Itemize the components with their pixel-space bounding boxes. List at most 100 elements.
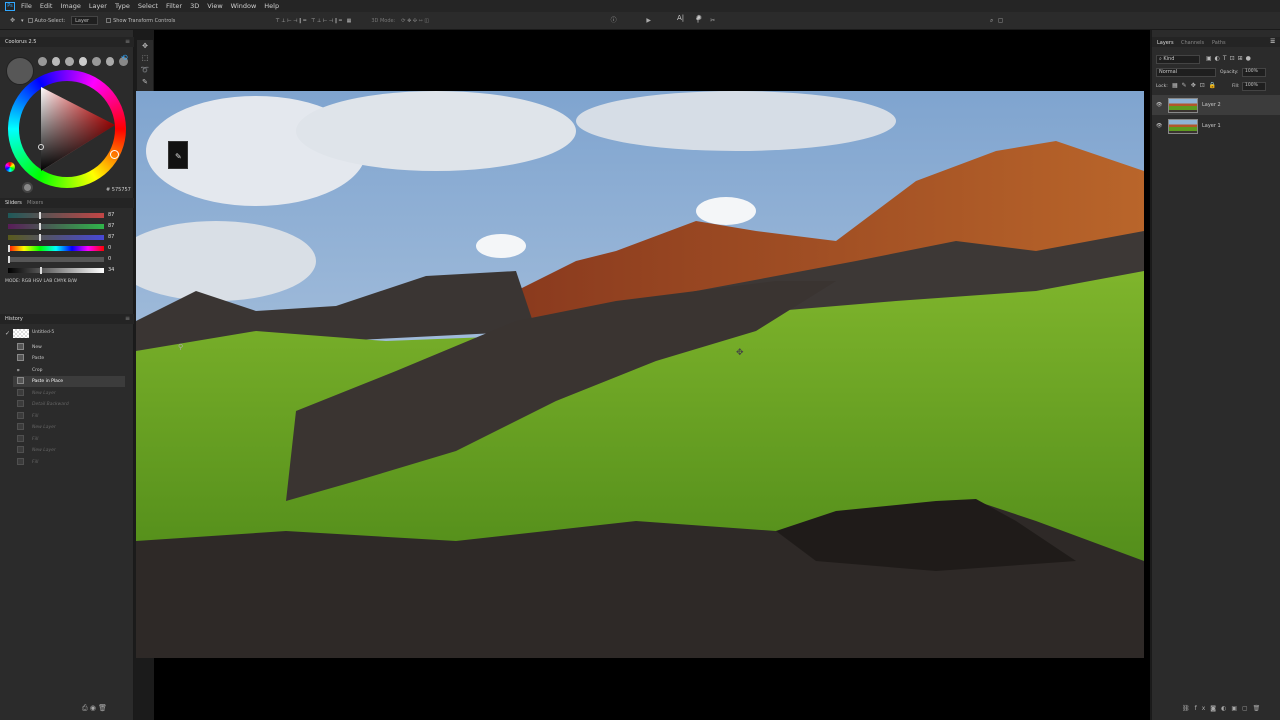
blend-mode-select[interactable]: Normal (1156, 68, 1216, 77)
history-item[interactable]: Fill (13, 434, 125, 445)
history-item[interactable]: New (13, 342, 125, 353)
move-tool[interactable]: ✥ (137, 40, 153, 52)
tab-paths[interactable]: Paths (1212, 40, 1226, 46)
menu-type[interactable]: Type (115, 2, 130, 10)
left-panel: Coolorus 2.5 ≡ # 575757 ⟲ Sliders Mixers (0, 30, 134, 720)
refresh-icon[interactable]: ⟲ (121, 53, 128, 62)
filter-icons[interactable]: ▣◐T⊡⊞● (1206, 55, 1254, 62)
slider-green-value[interactable]: 87 (108, 223, 114, 229)
background-color-swatch[interactable] (22, 182, 33, 193)
info-circle-icon[interactable]: ⓘ (609, 16, 618, 25)
floating-brush-widget[interactable]: ✎ (168, 141, 188, 169)
slider-blue[interactable] (8, 234, 104, 241)
panel-collapse-icon[interactable]: ⚲ (178, 343, 183, 351)
history-item[interactable]: Paste (13, 353, 125, 364)
layer-name[interactable]: Layer 2 (1202, 95, 1221, 115)
marquee-tool[interactable]: ⬚ (137, 52, 153, 64)
tab-layers[interactable]: Layers (1157, 40, 1174, 46)
menu-bar: Ps File Edit Image Layer Type Select Fil… (0, 0, 1280, 12)
slider-red-value[interactable]: 87 (108, 212, 114, 218)
history-item[interactable]: New Layer (13, 445, 125, 456)
play-icon[interactable]: ▶ (644, 16, 653, 25)
history-item[interactable]: Fill (13, 457, 125, 468)
menu-image[interactable]: Image (60, 2, 80, 10)
layer-name[interactable]: Layer 1 (1202, 116, 1221, 136)
menu-layer[interactable]: Layer (89, 2, 107, 10)
3d-mode-label: 3D Mode: (371, 17, 396, 24)
show-transform-checkbox[interactable] (106, 18, 112, 23)
search-icon[interactable]: ⌕ (987, 16, 996, 25)
history-footer-icons[interactable]: ⎙ ◉ 🗑 (82, 704, 107, 713)
align-icons[interactable]: ⊤ ⊥ ⊢ ⊣ ‖ ═ ⊤ ⊥ ⊢ ⊣ ‖ ═ ▦ (275, 18, 351, 24)
fill-input[interactable]: 100% (1242, 82, 1266, 91)
quick-select-tool[interactable]: ✎ (137, 76, 153, 88)
landscape-image[interactable] (136, 91, 1144, 658)
lasso-tool[interactable]: ➰ (137, 64, 153, 76)
history-item[interactable]: New Layer (13, 422, 125, 433)
slider-brightness[interactable] (8, 267, 104, 274)
auto-select-checkbox[interactable] (27, 18, 33, 23)
brush-presets[interactable] (38, 57, 129, 67)
mini-wheel-icon[interactable] (5, 162, 15, 172)
sparkle-icon[interactable]: ✺ (696, 14, 702, 22)
layers-footer-icons[interactable]: ⛓fx◙◐▣▢🗑 (1182, 705, 1265, 712)
filter-kind-select[interactable]: ⌕ Kind (1156, 55, 1200, 64)
history-title: History (5, 316, 23, 322)
hue-marker[interactable] (110, 150, 119, 159)
layer-select-dropdown[interactable]: Layer (71, 16, 99, 25)
menu-file[interactable]: File (21, 2, 32, 10)
color-mode-selector[interactable]: MODE: RGB HSV LAB CMYK B/W (5, 279, 77, 284)
lock-icons[interactable]: ▦✎✥⊡🔒 (1172, 82, 1220, 89)
slider-blue-value[interactable]: 87 (108, 234, 114, 240)
opacity-input[interactable]: 100% (1242, 68, 1266, 77)
tab-channels[interactable]: Channels (1181, 40, 1204, 46)
history-item[interactable]: Fill (13, 411, 125, 422)
history-menu-icon[interactable]: ≡ (125, 315, 130, 322)
menu-select[interactable]: Select (138, 2, 158, 10)
color-triangle[interactable] (19, 81, 115, 177)
workspace-icon[interactable]: ▢ (996, 16, 1005, 25)
eye-icon[interactable]: 👁 (1156, 95, 1162, 115)
menu-view[interactable]: View (207, 2, 222, 10)
3d-mode-icons[interactable]: ⟳ ✥ ✣ ⇿ ◫ (401, 18, 429, 24)
slider-saturation[interactable] (8, 256, 104, 263)
slider-saturation-value[interactable]: 0 (108, 256, 111, 262)
eye-icon[interactable]: 👁 (1156, 116, 1162, 136)
menu-filter[interactable]: Filter (166, 2, 182, 10)
history-item[interactable]: ⌗ Crop (13, 365, 125, 376)
opacity-label: Opacity: (1220, 70, 1239, 75)
fill-label: Fill: (1232, 84, 1240, 89)
layer-row-selected[interactable]: 👁 Layer 2 (1152, 95, 1280, 115)
menu-3d[interactable]: 3D (190, 2, 199, 10)
slider-brightness-value[interactable]: 34 (108, 267, 114, 273)
panel-menu-icon[interactable]: ≡ (125, 38, 130, 45)
slider-green[interactable] (8, 223, 104, 230)
slider-hue-value[interactable]: 0 (108, 245, 111, 251)
character-icon[interactable]: A| (677, 14, 684, 22)
hex-readout: # 575757 (106, 187, 131, 193)
slider-hue[interactable] (8, 245, 104, 252)
color-wheel[interactable] (8, 70, 126, 188)
history-item-active[interactable]: Paste in Place (13, 376, 125, 387)
menu-edit[interactable]: Edit (40, 2, 53, 10)
brush-widget-icon[interactable]: ✎ (175, 152, 182, 161)
auto-select-label: Auto-Select: (34, 17, 66, 24)
tab-mixers[interactable]: Mixers (27, 200, 43, 206)
cursor-icon: ✥ (736, 348, 744, 358)
history-item[interactable]: New Layer (13, 388, 125, 399)
right-dock-icons[interactable]: ☰ (1270, 38, 1275, 45)
crossed-tools-icon[interactable]: ✂ (708, 16, 717, 25)
layer-row[interactable]: 👁 Layer 1 (1152, 116, 1280, 136)
menu-window[interactable]: Window (231, 2, 257, 10)
lock-label: Lock: (1156, 84, 1168, 89)
slider-red[interactable] (8, 212, 104, 219)
coolorus-title: Coolorus 2.5 (5, 39, 37, 45)
move-tool-icon[interactable]: ✥ (8, 16, 17, 25)
tab-sliders[interactable]: Sliders (5, 200, 22, 206)
brush-source-icon[interactable]: ✓ (5, 330, 10, 337)
history-item[interactable]: Detail Backward (13, 399, 125, 410)
canvas-area: ✎ ⚲ ✥ (136, 30, 1150, 720)
menu-help[interactable]: Help (264, 2, 279, 10)
history-snapshot[interactable]: ✓ Untitled-5 (3, 328, 131, 340)
options-bar: ✥ ▾ Auto-Select: Layer Show Transform Co… (0, 12, 1280, 30)
